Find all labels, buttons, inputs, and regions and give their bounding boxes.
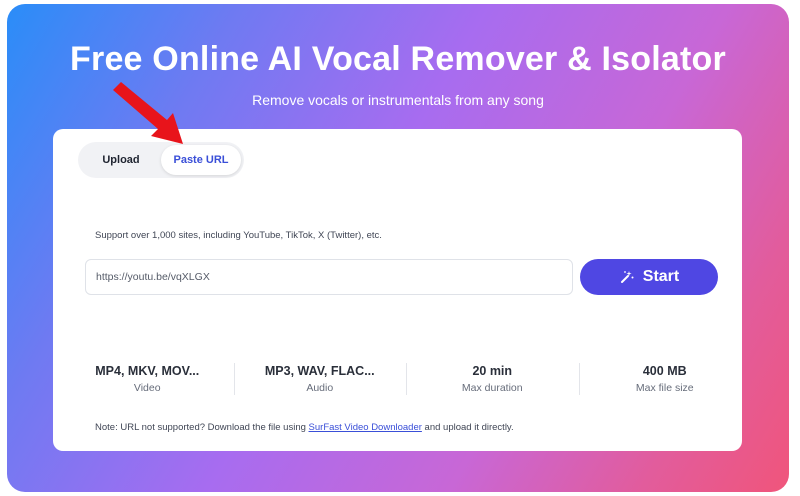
tab-paste-url[interactable]: Paste URL — [161, 145, 241, 175]
stat-label: Video — [133, 382, 161, 394]
url-input[interactable] — [85, 259, 573, 295]
stat-audio: MP3, WAV, FLAC... Audio — [233, 359, 407, 399]
stat-value: MP3, WAV, FLAC... — [264, 364, 375, 378]
stat-value: MP4, MKV, MOV... — [95, 364, 200, 378]
red-arrow-icon — [113, 82, 183, 144]
note-prefix: Note: URL not supported? Download the fi… — [95, 422, 309, 433]
stat-video: MP4, MKV, MOV... Video — [61, 359, 234, 399]
page-title: Free Online AI Vocal Remover & Isolator — [70, 40, 726, 78]
start-button-label: Start — [642, 268, 680, 285]
stat-label: Max duration — [461, 382, 523, 394]
format-stats: MP4, MKV, MOV... Video MP3, WAV, FLAC...… — [61, 359, 751, 399]
stat-max-file-size: 400 MB Max file size — [578, 359, 752, 399]
wand-icon — [620, 271, 634, 283]
tab-upload[interactable]: Upload — [81, 145, 161, 175]
unsupported-url-note: Note: URL not supported? Download the fi… — [95, 422, 514, 433]
converter-card: Upload Paste URL Support over 1,000 site… — [53, 129, 742, 451]
stat-max-duration: 20 min Max duration — [406, 359, 579, 399]
stat-label: Audio — [306, 382, 334, 394]
start-button[interactable]: Start — [580, 259, 718, 295]
stat-value: 20 min — [472, 364, 513, 378]
note-suffix: and upload it directly. — [421, 422, 514, 433]
supported-sites-text: Support over 1,000 sites, including YouT… — [95, 230, 382, 241]
stat-label: Max file size — [635, 382, 694, 394]
surfast-downloader-link[interactable]: SurFast Video Downloader — [309, 422, 422, 433]
hero-section: Free Online AI Vocal Remover & Isolator … — [7, 4, 789, 492]
stat-value: 400 MB — [642, 364, 687, 378]
